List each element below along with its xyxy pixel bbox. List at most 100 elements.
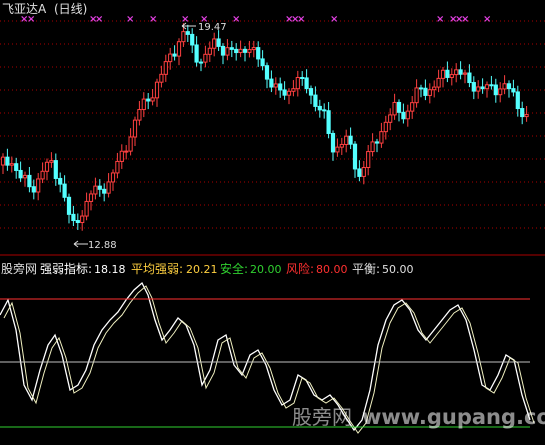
candle-body — [185, 31, 190, 35]
candle-body — [308, 88, 314, 96]
candle-body — [203, 53, 208, 63]
avg-value: 20.21 — [186, 263, 218, 276]
candle-body — [27, 174, 32, 188]
candle-body — [454, 69, 459, 76]
candle-body — [366, 151, 371, 168]
candle-body — [229, 47, 234, 50]
signal-mark: × — [436, 14, 444, 25]
candle-body — [132, 119, 138, 138]
candle-body — [423, 87, 428, 96]
candle-body — [137, 109, 142, 121]
price-grid — [0, 20, 545, 229]
candle-body — [124, 150, 129, 153]
candle-body — [0, 156, 6, 166]
safe-value: 20.00 — [250, 263, 282, 276]
candle-body — [300, 77, 305, 80]
candle-body — [427, 89, 432, 96]
candle-body — [220, 45, 226, 56]
candle-body — [339, 143, 344, 148]
candle-body — [44, 161, 50, 172]
candle-body — [326, 110, 331, 134]
candle-body — [379, 131, 384, 144]
candle-body — [458, 69, 463, 75]
candle-body — [119, 150, 124, 162]
signal-mark: × — [95, 14, 103, 25]
candle-body — [172, 53, 177, 57]
candle-body — [190, 33, 195, 46]
indicator-legend: 股旁网 强弱指标: 18.18 平均强弱: 20.21 安全: 20.00 风险… — [1, 261, 414, 276]
candle-body — [207, 47, 212, 55]
watermark-url: www.gupang.com — [362, 405, 545, 429]
safe-label: 安全: — [220, 261, 248, 276]
candle-body — [286, 90, 292, 96]
candle-body — [128, 136, 133, 152]
candle-body — [22, 174, 28, 179]
candle-body — [106, 181, 111, 194]
candle-body — [40, 170, 45, 180]
candle-body — [150, 97, 155, 102]
candle-body — [282, 89, 287, 96]
signal-mark: × — [461, 14, 469, 25]
candle-body — [97, 185, 102, 190]
candle-body — [146, 98, 151, 102]
candle-body — [18, 169, 23, 179]
candle-body — [511, 88, 516, 93]
signal-mark: × — [126, 14, 134, 25]
candlestick-series[interactable] — [0, 23, 529, 231]
candle-body — [198, 61, 204, 64]
candle-body — [440, 69, 446, 79]
period-label: (日线) — [54, 2, 87, 16]
candle-body — [476, 86, 481, 92]
high-price-label: 19.47 — [198, 22, 227, 33]
candle-body — [317, 105, 322, 111]
candle-body — [49, 160, 54, 163]
candle-body — [330, 132, 336, 153]
candle-body — [216, 38, 221, 47]
candle-body — [154, 81, 160, 99]
candle-body — [471, 82, 476, 92]
candle-body — [401, 111, 406, 120]
candle-body — [348, 135, 353, 145]
candle-body — [374, 141, 380, 144]
candle-body — [313, 94, 318, 107]
candle-body — [181, 31, 186, 43]
candle-body — [31, 186, 36, 193]
candle-body — [36, 178, 41, 193]
candle-body — [357, 168, 362, 177]
candle-body — [383, 121, 388, 133]
candle-body — [71, 213, 76, 222]
watermark-cn: 股旁网 — [292, 405, 352, 429]
candle-body — [141, 98, 146, 111]
candle-body — [432, 86, 437, 91]
candle-body — [335, 146, 340, 153]
candle-body — [159, 73, 164, 83]
candle-body — [260, 58, 265, 67]
indicator-name-value: 18.18 — [94, 263, 126, 276]
candle-body — [480, 86, 485, 90]
candle-body — [405, 110, 410, 120]
candle-body — [352, 143, 358, 170]
candle-body — [515, 91, 520, 110]
watermark: 股旁网 www.gupang.com — [292, 405, 545, 429]
candle-body — [392, 101, 397, 116]
candle-body — [168, 53, 173, 63]
candle-body — [212, 38, 217, 49]
candle-body — [110, 172, 116, 183]
candle-body — [361, 166, 366, 177]
candle-body — [278, 83, 283, 91]
candle-body — [66, 196, 72, 215]
candle-body — [484, 84, 490, 90]
signal-mark: × — [149, 14, 157, 25]
candle-body — [388, 114, 393, 123]
candle-body — [304, 77, 309, 90]
candle-body — [176, 41, 182, 57]
candle-body — [322, 109, 327, 112]
candle-body — [489, 84, 494, 87]
candle-body — [80, 215, 85, 224]
balance-label: 平衡: — [352, 262, 380, 276]
candle-body — [93, 185, 98, 195]
candle-body — [247, 49, 252, 53]
candle-body — [524, 114, 529, 118]
candle-body — [410, 102, 415, 112]
chart-canvas[interactable]: ×× ×× × × × × × ××× × × ××× × 19.47 12.88 飞亚达A (日线)… — [0, 0, 545, 445]
